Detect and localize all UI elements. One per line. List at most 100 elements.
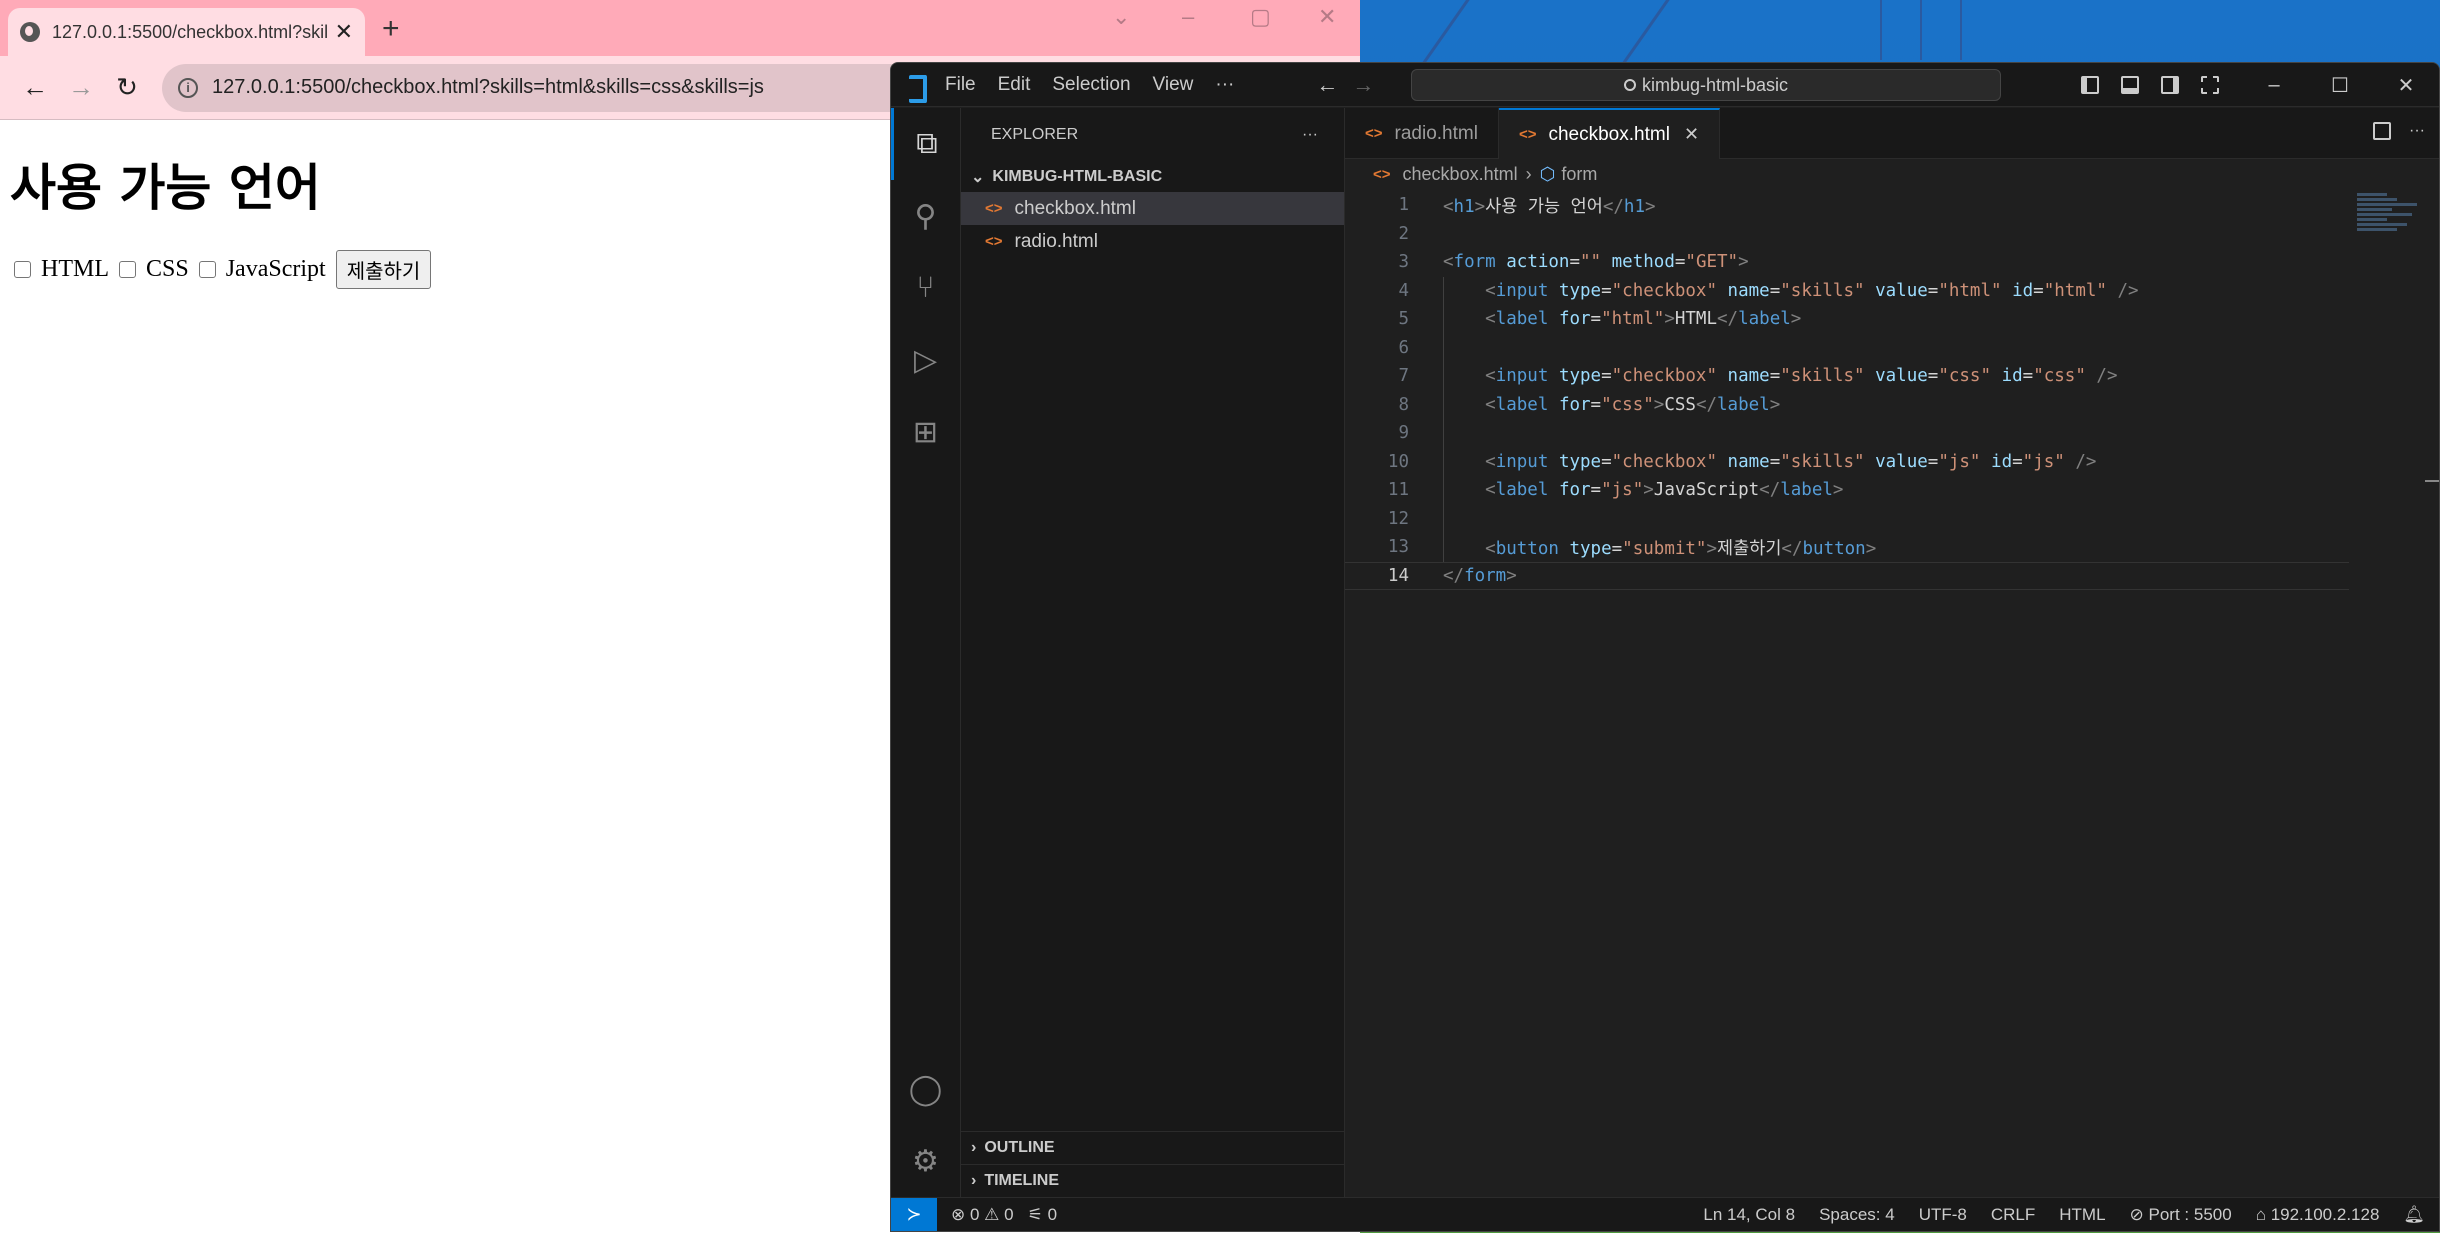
line-number: 11 xyxy=(1387,480,1409,501)
ports-indicator[interactable]: ⚟ 0 xyxy=(1028,1205,1057,1225)
timeline-section[interactable]: › TIMELINE xyxy=(961,1164,1344,1197)
code-line[interactable]: 2 xyxy=(1345,220,2349,249)
scrollbar[interactable] xyxy=(2425,480,2439,482)
new-tab-button[interactable]: + xyxy=(382,12,400,46)
menu-file[interactable]: File xyxy=(945,74,976,96)
more-actions-icon[interactable]: ··· xyxy=(2409,122,2425,140)
menu-more[interactable]: ··· xyxy=(1215,74,1234,96)
tab-search-icon[interactable]: ⌄ xyxy=(1112,4,1130,30)
back-button[interactable]: ← xyxy=(12,72,58,103)
js-checkbox[interactable] xyxy=(198,261,216,278)
url-text[interactable]: 127.0.0.1:5500/checkbox.html?skills=html… xyxy=(212,76,764,99)
code-line[interactable]: 11 <label for="js">JavaScript</label> xyxy=(1345,476,2349,505)
file-item[interactable]: <> checkbox.html xyxy=(961,192,1344,225)
live-server-port[interactable]: ⊘ Port : 5500 xyxy=(2130,1205,2232,1225)
line-number: 2 xyxy=(1398,223,1409,244)
status-bar: ≻ ⊗ 0 ⚠ 0 ⚟ 0 Ln 14, Col 8 Spaces: 4 UTF… xyxy=(891,1197,2439,1231)
indent-guide xyxy=(1443,362,1444,391)
html-checkbox[interactable] xyxy=(14,261,31,278)
menu-edit[interactable]: Edit xyxy=(998,74,1031,96)
forward-button[interactable]: → xyxy=(58,72,104,103)
source-control-icon[interactable]: ⑂ xyxy=(891,252,960,324)
css-label[interactable]: CSS xyxy=(146,256,189,283)
tab-label: checkbox.html xyxy=(1548,123,1670,145)
code-line[interactable]: 5 <label for="html">HTML</label> xyxy=(1345,305,2349,334)
close-window-button[interactable]: ✕ xyxy=(2373,73,2439,98)
outline-section[interactable]: › OUTLINE xyxy=(961,1131,1344,1164)
remote-indicator-icon[interactable]: ≻ xyxy=(891,1197,937,1231)
toggle-panel-icon[interactable] xyxy=(2121,76,2139,94)
file-name: radio.html xyxy=(1014,230,1098,252)
bell-icon[interactable]: 🔔︎ xyxy=(2403,1205,2425,1225)
code-editor[interactable]: 1 <h1>사용 가능 언어</h1> 2 3 <form action="" meth… xyxy=(1345,191,2349,590)
account-icon[interactable]: ◯ xyxy=(891,1053,960,1125)
minimize-button[interactable]: – xyxy=(1182,4,1194,30)
reload-button[interactable]: ↻ xyxy=(104,72,150,103)
line-number: 13 xyxy=(1387,537,1409,558)
ip-text: 192.100.2.128 xyxy=(2270,1204,2380,1224)
search-icon[interactable]: ⚲ xyxy=(891,180,960,252)
minimap[interactable] xyxy=(2357,193,2427,233)
code-line[interactable]: 9 xyxy=(1345,419,2349,448)
code-text: <h1>사용 가능 언어</h1> xyxy=(1443,196,1656,217)
code-line[interactable]: 4 <input type="checkbox" name="skills" v… xyxy=(1345,276,2349,305)
gear-icon[interactable]: ⚙ xyxy=(891,1125,960,1197)
maximize-button[interactable]: ▢ xyxy=(1250,4,1271,30)
submit-button[interactable]: 제출하기 xyxy=(335,250,432,289)
line-ending[interactable]: CRLF xyxy=(1991,1205,2035,1225)
menu-selection[interactable]: Selection xyxy=(1052,74,1130,96)
explorer-more-icon[interactable]: ··· xyxy=(1302,126,1318,144)
code-line[interactable]: 14 </form> xyxy=(1345,561,2349,590)
js-label[interactable]: JavaScript xyxy=(226,256,326,283)
maximize-button[interactable]: ☐ xyxy=(2307,73,2373,98)
editor-tabs: <> radio.html <> checkbox.html ✕ ··· xyxy=(1345,108,2439,159)
code-line[interactable]: 7 <input type="checkbox" name="skills" v… xyxy=(1345,362,2349,391)
explorer-icon[interactable]: ⧉ xyxy=(891,108,960,180)
indentation[interactable]: Spaces: 4 xyxy=(1819,1205,1895,1225)
minimize-button[interactable]: – xyxy=(2241,74,2307,97)
file-item[interactable]: <> radio.html xyxy=(961,225,1344,258)
code-line[interactable]: 3 <form action="" method="GET"> xyxy=(1345,248,2349,277)
split-editor-icon[interactable] xyxy=(2373,122,2392,140)
code-line[interactable]: 13 <button type="submit">제출하기</button> xyxy=(1345,533,2349,562)
close-window-button[interactable]: ✕ xyxy=(1318,4,1336,30)
cursor-position[interactable]: Ln 14, Col 8 xyxy=(1703,1205,1795,1225)
warning-count: 0 xyxy=(1004,1204,1014,1224)
code-line[interactable]: 1 <h1>사용 가능 언어</h1> xyxy=(1345,191,2349,220)
ip-address[interactable]: ⌂ 192.100.2.128 xyxy=(2256,1205,2380,1225)
language-mode[interactable]: HTML xyxy=(2059,1205,2105,1225)
tab-radio-html[interactable]: <> radio.html xyxy=(1345,108,1499,159)
nav-back-icon[interactable]: ← xyxy=(1316,72,1338,98)
html-label[interactable]: HTML xyxy=(41,256,109,283)
code-text: <button type="submit">제출하기</button> xyxy=(1485,538,1877,559)
line-number: 4 xyxy=(1398,280,1409,301)
breadcrumb-symbol[interactable]: form xyxy=(1561,164,1597,185)
extensions-icon[interactable]: ⊞ xyxy=(891,396,960,468)
tab-close-icon[interactable]: ✕ xyxy=(335,19,353,45)
port-text: Port : 5500 xyxy=(2148,1204,2232,1224)
code-line[interactable]: 12 xyxy=(1345,504,2349,533)
tab-checkbox-html[interactable]: <> checkbox.html ✕ xyxy=(1498,108,1721,159)
browser-tab-bar: 127.0.0.1:5500/checkbox.html?skills=html… xyxy=(0,0,1360,56)
line-number: 12 xyxy=(1387,508,1409,529)
toggle-sidebar-icon[interactable] xyxy=(2081,76,2099,94)
css-checkbox[interactable] xyxy=(119,261,136,278)
code-line[interactable]: 8 <label for="css">CSS</label> xyxy=(1345,390,2349,419)
browser-tab[interactable]: 127.0.0.1:5500/checkbox.html?skills=html… xyxy=(8,8,365,56)
code-line[interactable]: 10 <input type="checkbox" name="skills" … xyxy=(1345,447,2349,476)
indent-guide xyxy=(1443,390,1444,419)
close-icon[interactable]: ✕ xyxy=(1684,124,1699,145)
line-number: 3 xyxy=(1398,252,1409,273)
toggle-secondary-sidebar-icon[interactable] xyxy=(2161,76,2179,94)
nav-forward-icon[interactable]: → xyxy=(1352,72,1374,98)
problems-indicator[interactable]: ⊗ 0 ⚠ 0 xyxy=(951,1205,1014,1225)
menu-view[interactable]: View xyxy=(1153,74,1194,96)
breadcrumb-file[interactable]: checkbox.html xyxy=(1403,164,1518,185)
code-line[interactable]: 6 xyxy=(1345,333,2349,362)
command-center[interactable]: kimbug-html-basic xyxy=(1411,69,2001,101)
workspace-folder[interactable]: ⌄ KIMBUG-HTML-BASIC xyxy=(961,162,1344,192)
customize-layout-icon[interactable] xyxy=(2201,76,2219,94)
run-debug-icon[interactable]: ▷ xyxy=(891,324,960,396)
site-info-icon[interactable]: i xyxy=(178,77,198,98)
encoding[interactable]: UTF-8 xyxy=(1919,1205,1967,1225)
